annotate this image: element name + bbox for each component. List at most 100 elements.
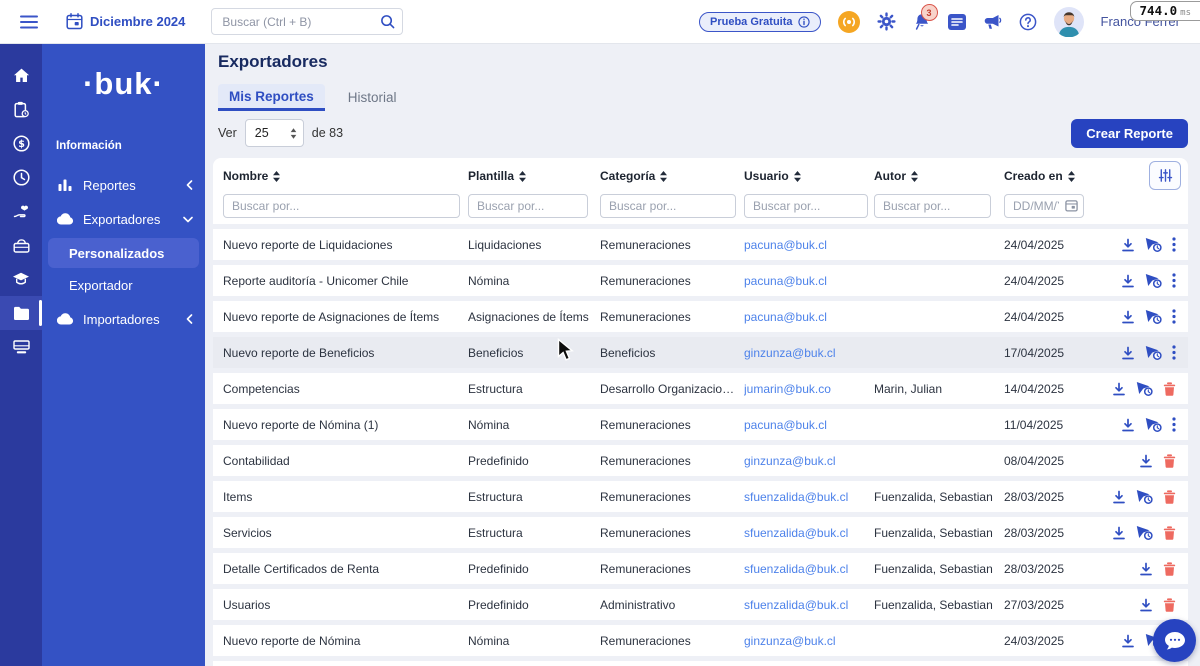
sidebar-item-reportes[interactable]: Reportes bbox=[42, 168, 205, 202]
download-icon[interactable] bbox=[1139, 598, 1153, 612]
table-row[interactable]: Nuevo reporte de Nómina Nómina Remuneracio… bbox=[213, 625, 1188, 656]
schedule-export-icon[interactable] bbox=[1145, 309, 1162, 324]
filter-plantilla-input[interactable] bbox=[468, 194, 588, 218]
cell-usuario-link[interactable]: ginzunza@buk.cl bbox=[744, 634, 874, 648]
table-row[interactable]: Servicios Estructura Remuneraciones sfuenza… bbox=[213, 517, 1188, 548]
education-icon[interactable] bbox=[0, 262, 42, 296]
cell-usuario-link[interactable]: pacuna@buk.cl bbox=[744, 310, 874, 324]
trash-icon[interactable] bbox=[1163, 381, 1176, 396]
schedule-export-icon[interactable] bbox=[1145, 345, 1162, 360]
lunchbox-icon[interactable] bbox=[0, 228, 42, 262]
table-row[interactable]: Nuevo reporte de Beneficios Beneficios Ben… bbox=[213, 337, 1188, 368]
table-row[interactable]: Detalle Certificados de Renta Predefinido… bbox=[213, 553, 1188, 584]
sidebar-item-exportadores[interactable]: Exportadores bbox=[42, 202, 205, 236]
cell-usuario-link[interactable]: ginzunza@buk.cl bbox=[744, 346, 874, 360]
cell-usuario-link[interactable]: pacuna@buk.cl bbox=[744, 238, 874, 252]
cell-usuario-link[interactable]: sfuenzalida@buk.cl bbox=[744, 526, 874, 540]
kebab-menu-icon[interactable] bbox=[1172, 273, 1176, 288]
schedule-export-icon[interactable] bbox=[1136, 489, 1153, 504]
broadcast-icon[interactable] bbox=[837, 10, 860, 33]
chat-fab-button[interactable] bbox=[1153, 619, 1196, 662]
table-row[interactable]: Usuarios Predefinido Administrativo sfuenza… bbox=[213, 589, 1188, 620]
sidebar-item-importadores[interactable]: Importadores bbox=[42, 302, 205, 336]
hamburger-menu-icon[interactable] bbox=[20, 15, 38, 29]
search-icon[interactable] bbox=[380, 14, 395, 29]
table-row[interactable]: Nuevo reporte de Nómina (1) Nómina Remuner… bbox=[213, 409, 1188, 440]
per-page-select[interactable]: 25 bbox=[244, 119, 304, 147]
schedule-export-icon[interactable] bbox=[1136, 381, 1153, 396]
megaphone-icon[interactable] bbox=[983, 14, 1002, 30]
filter-nombre-input[interactable] bbox=[223, 194, 460, 218]
download-icon[interactable] bbox=[1121, 274, 1135, 288]
column-header-plantilla[interactable]: Plantilla bbox=[468, 169, 600, 183]
download-icon[interactable] bbox=[1112, 526, 1126, 540]
tab-historial[interactable]: Historial bbox=[337, 84, 408, 111]
download-icon[interactable] bbox=[1121, 238, 1135, 252]
sidebar-subitem-exportador[interactable]: Exportador bbox=[48, 270, 199, 300]
trash-icon[interactable] bbox=[1163, 525, 1176, 540]
table-row[interactable]: Items Estructura Remuneraciones sfuenzalida… bbox=[213, 481, 1188, 512]
trash-icon[interactable] bbox=[1163, 489, 1176, 504]
trash-icon[interactable] bbox=[1163, 453, 1176, 468]
filter-usuario-input[interactable] bbox=[744, 194, 868, 218]
filter-categoria-input[interactable] bbox=[600, 194, 736, 218]
cell-usuario-link[interactable]: sfuenzalida@buk.cl bbox=[744, 598, 874, 612]
cell-usuario-link[interactable]: sfuenzalida@buk.cl bbox=[744, 562, 874, 576]
calendar-icon[interactable] bbox=[1065, 199, 1078, 212]
news-icon[interactable] bbox=[947, 13, 966, 30]
tab-mis-reportes[interactable]: Mis Reportes bbox=[218, 84, 325, 111]
column-settings-button[interactable] bbox=[1149, 161, 1181, 190]
money-icon[interactable]: $ bbox=[0, 126, 42, 160]
register-icon[interactable] bbox=[0, 330, 42, 364]
table-row[interactable]: Nuevo reporte de Liquidaciones Liquidacio… bbox=[213, 229, 1188, 260]
kebab-menu-icon[interactable] bbox=[1172, 309, 1176, 324]
table-row[interactable]: Competencias Estructura Desarrollo Organiz… bbox=[213, 373, 1188, 404]
help-icon[interactable] bbox=[1019, 13, 1037, 31]
filter-autor-input[interactable] bbox=[874, 194, 991, 218]
cell-creado-en: 24/04/2025 bbox=[1004, 273, 1065, 288]
notifications-bell-icon[interactable]: 3 bbox=[913, 4, 938, 31]
download-icon[interactable] bbox=[1121, 634, 1135, 648]
trial-badge[interactable]: Prueba Gratuita bbox=[699, 11, 821, 32]
table-row[interactable]: Reporte auditoría - Unicomer Chile Nómina… bbox=[213, 265, 1188, 296]
column-header-autor[interactable]: Autor bbox=[874, 169, 1004, 183]
download-icon[interactable] bbox=[1112, 490, 1126, 504]
kebab-menu-icon[interactable] bbox=[1172, 417, 1176, 432]
cell-usuario-link[interactable]: ginzunza@buk.cl bbox=[744, 454, 874, 468]
download-icon[interactable] bbox=[1139, 454, 1153, 468]
kebab-menu-icon[interactable] bbox=[1172, 345, 1176, 360]
table-row[interactable]: Nuevo reporte de Asignaciones de Ítems As… bbox=[213, 301, 1188, 332]
table-row[interactable]: Contabilidad Predefinido Remuneraciones gin… bbox=[213, 445, 1188, 476]
download-icon[interactable] bbox=[1112, 382, 1126, 396]
cell-usuario-link[interactable]: sfuenzalida@buk.cl bbox=[744, 490, 874, 504]
trash-icon[interactable] bbox=[1163, 561, 1176, 576]
benefits-icon[interactable] bbox=[0, 194, 42, 228]
cell-usuario-link[interactable]: jumarin@buk.co bbox=[744, 382, 874, 396]
cell-usuario-link[interactable]: pacuna@buk.cl bbox=[744, 418, 874, 432]
schedule-export-icon[interactable] bbox=[1136, 525, 1153, 540]
schedule-export-icon[interactable] bbox=[1145, 417, 1162, 432]
folder-icon[interactable] bbox=[0, 296, 42, 330]
create-report-button[interactable]: Crear Reporte bbox=[1071, 118, 1188, 148]
sidebar-subitem-personalizados[interactable]: Personalizados bbox=[48, 238, 199, 268]
schedule-export-icon[interactable] bbox=[1145, 237, 1162, 252]
tasks-icon[interactable] bbox=[0, 92, 42, 126]
period-selector[interactable]: Diciembre 2024 bbox=[66, 13, 185, 30]
user-avatar[interactable] bbox=[1053, 6, 1084, 37]
gear-icon[interactable] bbox=[876, 12, 896, 31]
search-input[interactable] bbox=[211, 8, 404, 35]
cell-usuario-link[interactable]: pacuna@buk.cl bbox=[744, 274, 874, 288]
download-icon[interactable] bbox=[1121, 418, 1135, 432]
trash-icon[interactable] bbox=[1163, 597, 1176, 612]
schedule-export-icon[interactable] bbox=[1145, 273, 1162, 288]
clock-icon[interactable] bbox=[0, 160, 42, 194]
kebab-menu-icon[interactable] bbox=[1172, 237, 1176, 252]
home-icon[interactable] bbox=[0, 58, 42, 92]
download-icon[interactable] bbox=[1121, 346, 1135, 360]
column-header-usuario[interactable]: Usuario bbox=[744, 169, 874, 183]
download-icon[interactable] bbox=[1121, 310, 1135, 324]
column-header-categoria[interactable]: Categoría bbox=[600, 169, 744, 183]
column-header-creado-en[interactable]: Creado en bbox=[1004, 169, 1092, 183]
download-icon[interactable] bbox=[1139, 562, 1153, 576]
column-header-nombre[interactable]: Nombre bbox=[223, 169, 468, 183]
